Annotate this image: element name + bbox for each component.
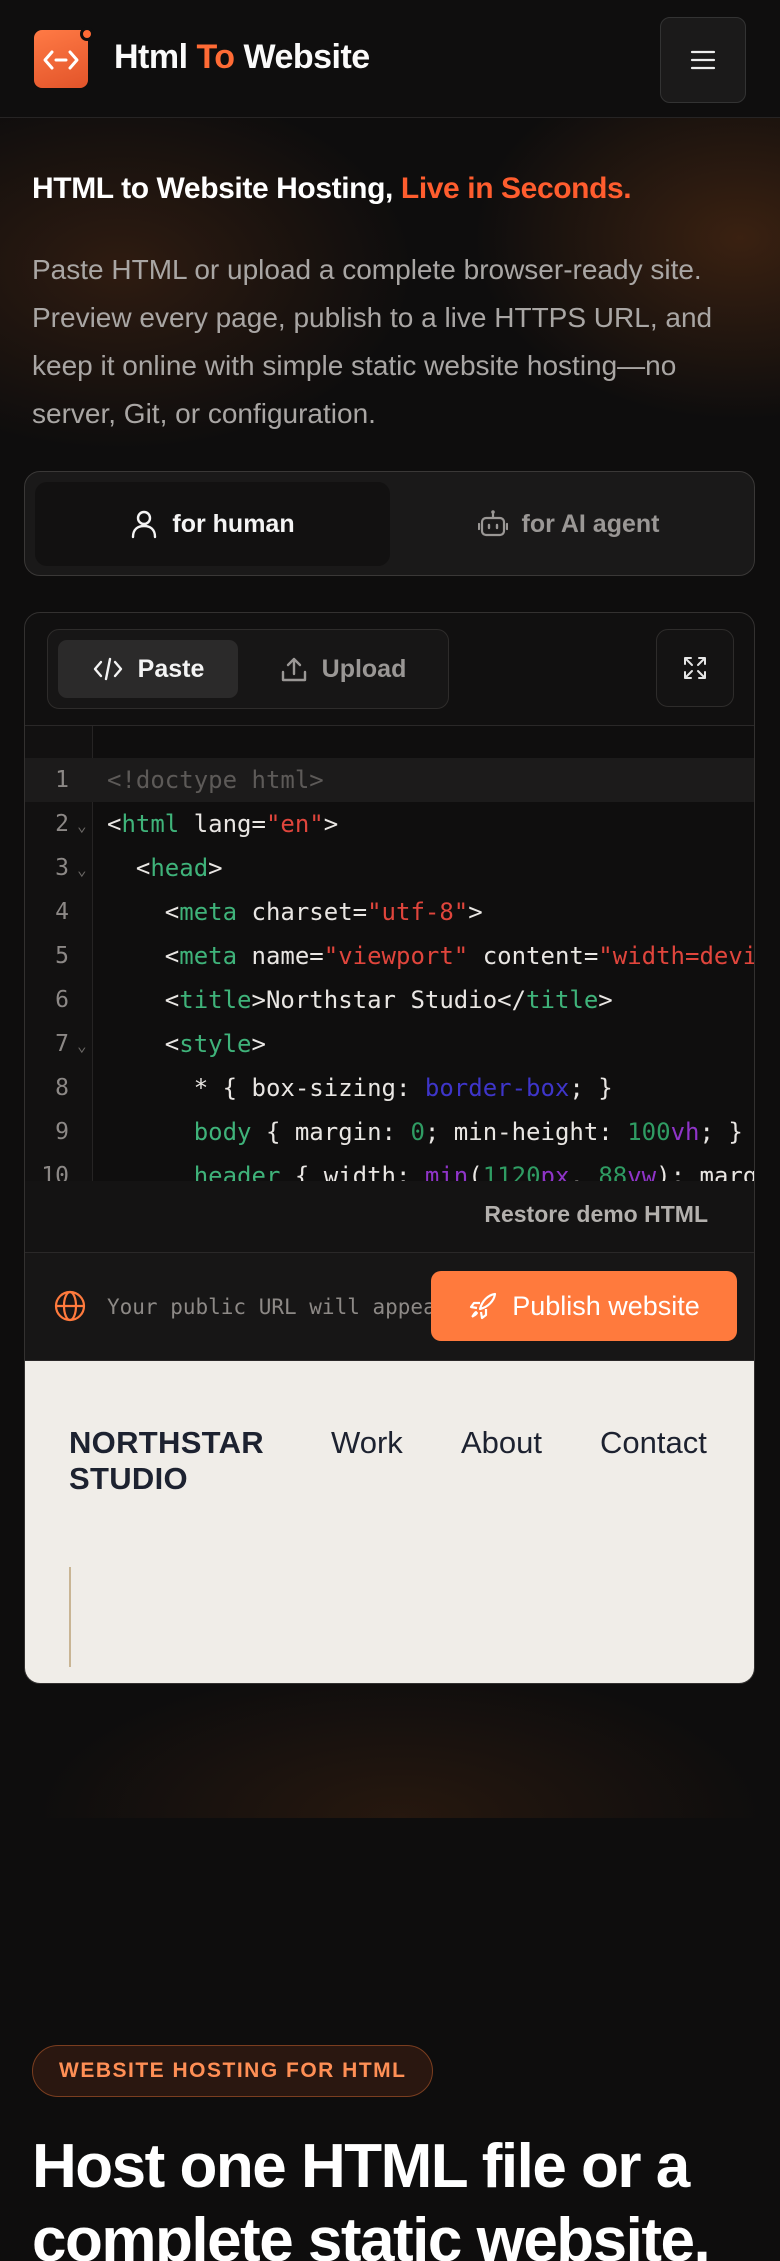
fold-chevron-icon[interactable]: ⌄ [77,1024,87,1068]
section-title: Host one HTML file or a complete static … [32,2132,711,2261]
code-brackets-icon [43,50,79,70]
upload-icon [281,657,306,682]
tab-paste-label: Paste [137,654,205,683]
tab-paste[interactable]: Paste [58,640,238,698]
tab-upload-label: Upload [321,654,407,683]
code-text: <head> [107,854,223,882]
line-number: 1 [55,767,69,793]
top-navigation-bar: Html To Website [0,0,780,118]
code-text: header { width: min(1120px, 88vw); margi… [193,1162,754,1181]
preview-logo[interactable]: NORTHSTAR STUDIO [69,1425,264,1497]
line-number: 7 [55,1031,69,1057]
code-line[interactable]: 7 ⌄ <style> [25,1022,754,1068]
html-code-editor[interactable]: 1 <!doctype html> 2 ⌄ <html lang="en"> 3… [25,725,754,1181]
site-preview: NORTHSTAR STUDIO Work About Contact [25,1361,754,1683]
code-text: <title>Northstar Studio</title> [107,986,613,1014]
expand-button[interactable] [656,629,734,707]
code-line[interactable]: 2 ⌄ <html lang="en"> [25,802,754,848]
code-line[interactable]: 9 body { margin: 0; min-height: 100vh; } [25,1110,754,1154]
fold-chevron-icon[interactable]: ⌄ [77,804,87,848]
line-number: 5 [55,943,69,969]
preview-logo-line-2: STUDIO [69,1461,188,1496]
logo[interactable] [34,30,88,88]
code-text: <!doctype html> [107,766,324,794]
code-text: <style> [107,1030,266,1058]
logo-dot [80,27,94,41]
code-text: <html lang="en"> [107,810,339,838]
public-url-field[interactable] [107,1285,437,1329]
for-ai-agent-label: for AI agent [521,509,660,538]
hero-description: Paste HTML or upload a complete browser-… [32,254,713,429]
brand-name[interactable]: Html To Website [114,38,370,77]
tab-upload[interactable]: Upload [248,640,438,698]
menu-button[interactable] [660,17,746,103]
line-number: 4 [55,899,69,925]
code-line[interactable]: 4 <meta charset="utf-8"> [25,890,754,934]
code-text: <meta charset="utf-8"> [107,898,483,926]
code-line[interactable]: 10 header { width: min(1120px, 88vw); ma… [25,1154,754,1181]
publish-button-label: Publish website [512,1290,700,1321]
code-icon [93,657,122,681]
preview-nav-contact[interactable]: Contact [600,1425,707,1461]
globe-icon [54,1290,86,1322]
section-badge: WEBSITE HOSTING FOR HTML [32,2045,434,2097]
brand-part-2: Website [234,38,370,76]
line-number: 2 [55,811,69,837]
user-icon [132,510,157,539]
code-text: body { margin: 0; min-height: 100vh; } [193,1118,743,1146]
code-text: * { box-sizing: border-box; } [107,1074,613,1102]
line-number: 6 [55,987,69,1013]
code-line[interactable]: 5 <meta name="viewport" content="width=d… [25,934,754,978]
code-line[interactable]: 3 ⌄ <head> [25,846,754,892]
for-human-label: for human [172,509,295,538]
line-number: 10 [41,1163,69,1181]
publish-website-button[interactable]: Publish website [431,1271,737,1341]
line-number: 9 [55,1119,69,1145]
hero-title-accent: Live in Seconds. [400,172,632,205]
preview-nav-about[interactable]: About [461,1425,542,1461]
code-line[interactable]: 1 <!doctype html> [25,758,754,802]
preview-nav-work[interactable]: Work [331,1425,403,1461]
restore-bar: Restore demo HTML [25,1181,754,1253]
hero-title: HTML to Website Hosting, Live in Seconds… [32,172,632,206]
fold-chevron-icon[interactable]: ⌄ [77,848,87,892]
robot-icon [477,510,508,537]
preview-logo-line-1: NORTHSTAR [69,1425,264,1460]
hero-title-main: HTML to Website Hosting, [32,172,401,205]
hamburger-menu-icon [690,50,716,70]
line-number: 3 [55,855,69,881]
preview-accent-line [69,1567,71,1667]
code-line[interactable]: 8 * { box-sizing: border-box; } [25,1066,754,1110]
expand-icon [684,657,706,679]
publish-bar: Publish website [25,1253,754,1361]
code-line[interactable]: 6 <title>Northstar Studio</title> [25,978,754,1022]
restore-demo-button[interactable]: Restore demo HTML [484,1201,708,1228]
rocket-icon [470,1292,497,1320]
brand-accent: To [196,38,236,76]
line-number: 8 [55,1075,69,1101]
brand-part-1: Html [114,38,197,76]
code-text: <meta name="viewport" content="width=dev… [107,942,754,970]
for-ai-agent-button[interactable]: for AI agent [391,482,746,566]
input-mode-tabs: Paste Upload [47,629,449,709]
audience-toggle: for human for AI agent [24,471,755,576]
for-human-button[interactable]: for human [35,482,390,566]
editor-card: Paste Upload 1 <!doctype html> 2 ⌄ <html… [24,612,755,1684]
